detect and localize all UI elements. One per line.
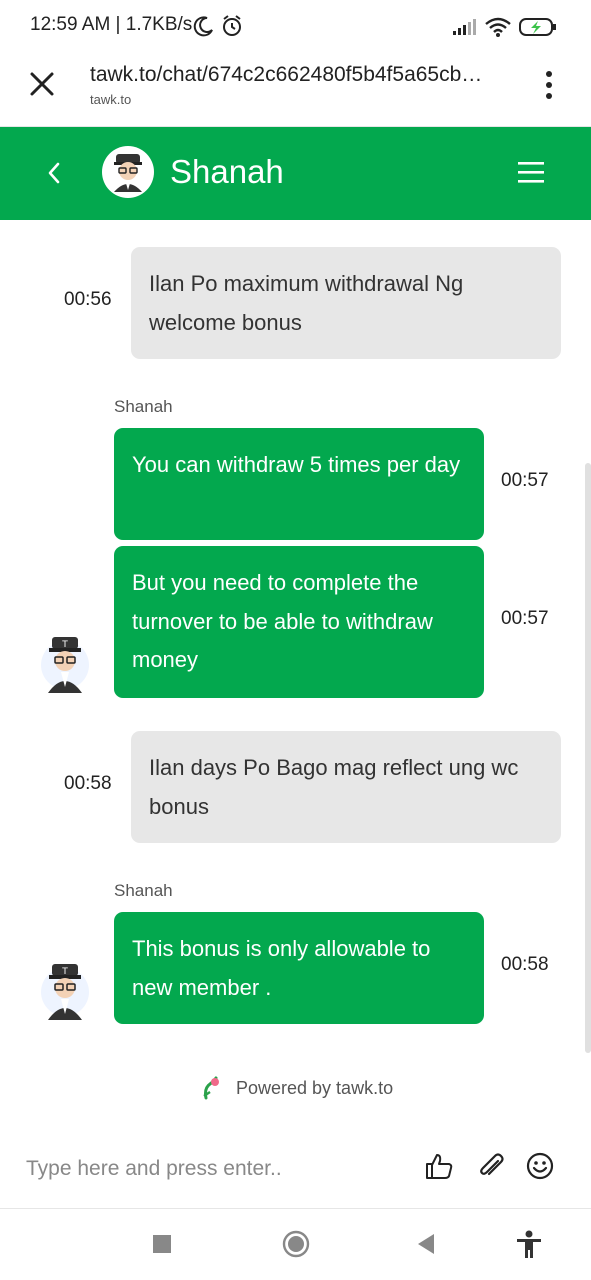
agent-name: Shanah [170,153,284,190]
thumbs-up-icon[interactable] [424,1151,454,1181]
powered-by[interactable]: Powered by tawk.to [200,1076,393,1100]
message-time: 00:58 [64,773,112,794]
message-time: 00:57 [501,470,549,491]
back-nav-icon[interactable] [412,1229,442,1259]
sender-name: Shanah [114,881,173,900]
composer [0,1137,591,1207]
agent-avatar [102,146,154,198]
emoji-icon[interactable] [525,1151,555,1181]
wifi-icon [485,17,511,37]
agent-message: You can withdraw 5 times per day [114,428,484,540]
browser-bar: tawk.to/chat/674c2c662480f5b4f5a65cb… ta… [0,52,591,127]
scrollbar[interactable] [585,463,591,1053]
message-time: 00:58 [501,954,549,975]
status-bar: 12:59 AM | 1.7KB/s [0,0,591,52]
message-time: 00:56 [64,289,112,310]
message-time: 00:57 [501,608,549,629]
tawk-logo-icon [203,1076,219,1100]
agent-message: But you need to complete the turnover to… [114,546,484,698]
menu-icon[interactable] [516,159,546,185]
moon-icon [193,16,213,37]
agent-message: This bonus is only allowable to new memb… [114,912,484,1024]
battery-charging-icon [519,18,556,36]
close-icon[interactable] [26,68,58,100]
powered-by-text: Powered by tawk.to [236,1077,394,1098]
visitor-message: Ilan Po maximum withdrawal Ng welcome bo… [131,247,561,359]
message-input[interactable] [26,1151,406,1187]
home-icon[interactable] [281,1229,311,1259]
back-icon[interactable] [42,159,66,187]
recent-apps-icon[interactable] [147,1229,177,1259]
agent-avatar-icon [114,154,142,192]
visitor-message: Ilan days Po Bago mag reflect ung wc bon… [131,731,561,843]
accessibility-icon[interactable] [514,1229,544,1259]
chat-header: Shanah [0,127,591,220]
status-time-speed: 12:59 AM | 1.7KB/s [30,14,193,35]
domain-text: tawk.to [90,92,132,107]
more-options-icon[interactable] [538,70,560,100]
url-text[interactable]: tawk.to/chat/674c2c662480f5b4f5a65cb… [90,63,510,87]
paperclip-icon[interactable] [476,1151,506,1181]
alarm-icon [223,15,241,36]
agent-avatar-icon: T [41,637,89,693]
sender-name: Shanah [114,397,173,416]
signal-icon [453,19,476,35]
agent-avatar-icon: T [41,964,89,1020]
system-nav-bar [0,1208,591,1280]
